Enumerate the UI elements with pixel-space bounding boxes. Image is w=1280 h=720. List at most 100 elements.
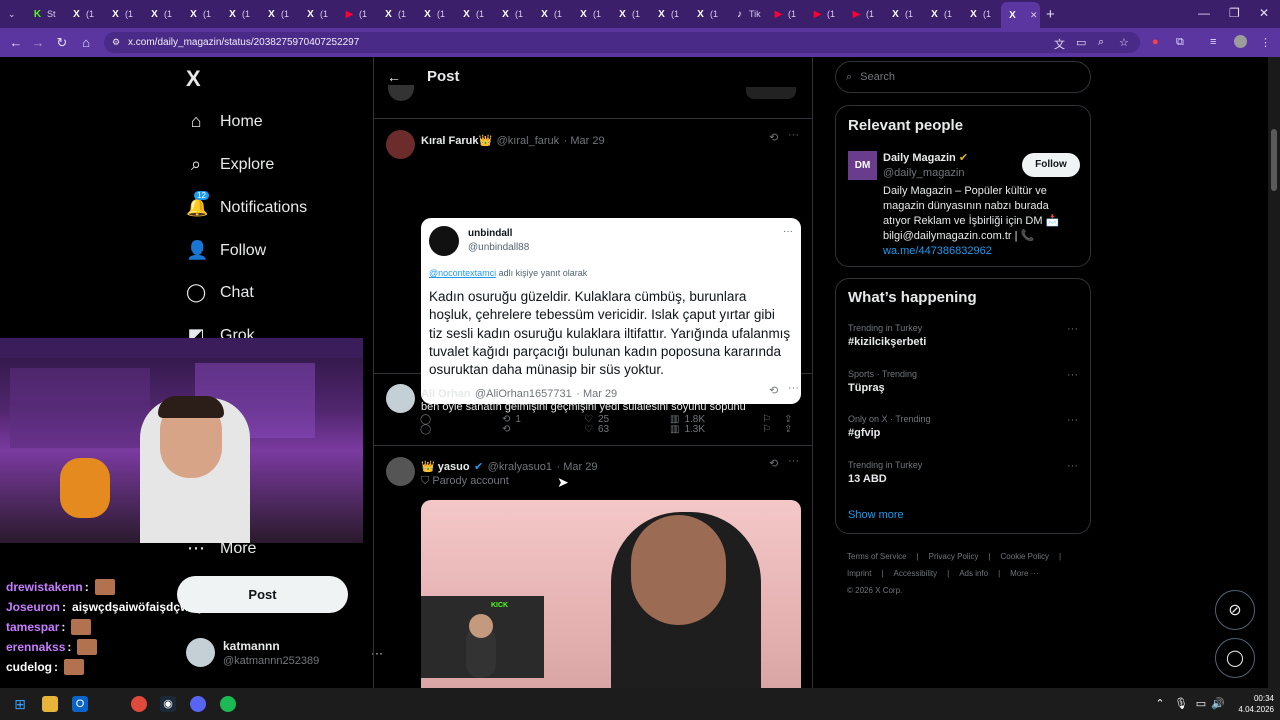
trend-more-icon[interactable]: ··· <box>1067 323 1078 335</box>
x-logo[interactable]: X <box>186 66 201 92</box>
reading-list-icon[interactable]: ≡ <box>1210 36 1216 48</box>
footer-link[interactable]: Imprint <box>847 569 871 578</box>
home-icon[interactable]: ⌂ <box>74 35 98 50</box>
more-icon[interactable]: ··· <box>788 455 799 467</box>
bio-link[interactable]: wa.me/447386832962 <box>883 244 1073 259</box>
bookmark-star-icon[interactable]: ☆ <box>1119 36 1129 49</box>
browser-tab[interactable]: X ✕ <box>1001 2 1040 28</box>
browser-tab[interactable]: X (1 <box>494 3 533 25</box>
extensions-puzzle-icon[interactable]: ⧉ <box>1176 36 1184 49</box>
browser-tab[interactable]: ▶ (1 <box>845 3 884 25</box>
daily-magazin-avatar[interactable]: DM <box>848 151 877 180</box>
browser-tab[interactable]: X (1 <box>962 3 1001 25</box>
browser-tab[interactable]: X (1 <box>533 3 572 25</box>
scrollbar-thumb[interactable] <box>1271 129 1277 191</box>
more-icon[interactable]: ··· <box>788 129 799 141</box>
microphone-icon[interactable]: 🎙 <box>1173 696 1189 712</box>
more-icon[interactable]: ··· <box>788 382 799 394</box>
author-handle[interactable]: @kralyasuo1 <box>488 461 552 473</box>
cast-icon[interactable]: ▭ <box>1076 36 1086 49</box>
timestamp[interactable]: · Mar 29 <box>564 135 605 147</box>
zoom-icon[interactable]: ⌕ <box>1098 36 1104 49</box>
author-name[interactable]: Ali Orhan <box>421 388 471 400</box>
browser-tab[interactable]: X (1 <box>377 3 416 25</box>
search-input[interactable]: Search <box>860 71 895 83</box>
author-name[interactable]: 👑 yasuo <box>421 461 470 473</box>
reply-tweet[interactable]: 👑 yasuo ✔ @kralyasuo1 · Mar 29 ⟲ ··· ⛉ P… <box>374 447 812 688</box>
author-handle[interactable]: @kıral_faruk <box>497 135 560 147</box>
extension-icon[interactable]: ● <box>1152 36 1159 48</box>
maximize-icon[interactable]: ❐ <box>1229 6 1240 20</box>
share-icon[interactable]: ⇪ <box>784 424 792 435</box>
views-button[interactable]: ▥ 1.3K <box>670 424 762 435</box>
browser-tab[interactable]: X (1 <box>299 3 338 25</box>
browser-tab[interactable]: ▶ (1 <box>806 3 845 25</box>
browser-tab[interactable]: X (1 <box>923 3 962 25</box>
browser-tab[interactable]: X (1 <box>104 3 143 25</box>
person-handle[interactable]: @daily_magazin <box>883 167 965 179</box>
close-tab-icon[interactable]: ✕ <box>1030 10 1038 21</box>
translate-icon[interactable]: 文 <box>1054 36 1065 52</box>
footer-link[interactable]: Accessibility <box>894 569 938 578</box>
author-handle[interactable]: @AliOrhan1657731 <box>475 388 572 400</box>
post-button[interactable]: Post <box>177 576 348 613</box>
messages-fab-icon[interactable]: ◯ <box>1215 638 1255 678</box>
spotify-icon[interactable] <box>220 696 236 712</box>
grok-fab-icon[interactable]: ⊘ <box>1215 590 1255 630</box>
browser-menu-icon[interactable]: ⋮ <box>1260 36 1271 49</box>
timestamp[interactable]: · Mar 29 <box>557 461 598 473</box>
footer-link[interactable]: Ads info <box>959 569 988 578</box>
person-name[interactable]: Daily Magazin <box>883 152 956 164</box>
browser-tab[interactable]: X (1 <box>221 3 260 25</box>
scrollbar[interactable] <box>1268 57 1280 688</box>
author-name[interactable]: Kıral Faruk👑 <box>421 135 492 147</box>
reply-tweet[interactable]: Kıral Faruk👑 @kıral_faruk · Mar 29 ⟲ ···… <box>374 120 812 425</box>
trend-more-icon[interactable]: ··· <box>1067 369 1078 381</box>
nav-item-notifications[interactable]: 🔔 12 Notifications <box>186 191 307 218</box>
browser-tab[interactable]: X (1 <box>143 3 182 25</box>
back-arrow-icon[interactable]: ← <box>387 69 401 85</box>
browser-tab[interactable]: X (1 <box>572 3 611 25</box>
windows-start-icon[interactable]: ⊞ <box>12 696 28 712</box>
minimize-icon[interactable]: — <box>1198 6 1210 20</box>
footer-link[interactable]: Privacy Policy <box>929 552 979 561</box>
nav-item-home[interactable]: ⌂ Home <box>186 111 263 132</box>
file-explorer-icon[interactable] <box>42 696 58 712</box>
like-button[interactable]: ♡ 63 <box>584 424 670 435</box>
clock-time[interactable]: 00:34 <box>1228 693 1274 704</box>
browser-tab[interactable]: X (1 <box>416 3 455 25</box>
network-icon[interactable]: ▭ <box>1193 696 1209 712</box>
show-more-link[interactable]: Show more <box>848 509 904 521</box>
trend-item[interactable]: Trending in Turkey 13 ABD ··· <box>848 460 1078 485</box>
repost-button[interactable]: ⟲ <box>502 424 584 435</box>
browser-tab[interactable]: X (1 <box>455 3 494 25</box>
search-box[interactable]: ⌕ Search <box>835 61 1091 93</box>
trend-item[interactable]: Trending in Turkey #kizilcikşerbeti ··· <box>848 323 1078 348</box>
reload-icon[interactable]: ↻ <box>50 35 74 51</box>
tweet-video[interactable]: KICK <box>421 500 801 688</box>
nav-item-chat[interactable]: ◯ Chat <box>186 282 254 303</box>
browser-tab[interactable]: X (1 <box>650 3 689 25</box>
bookmark-icon[interactable]: ⚐ <box>762 424 784 435</box>
grok-icon[interactable]: ⟲ <box>769 457 778 470</box>
footer-link[interactable]: Cookie Policy <box>1001 552 1049 561</box>
browser-tab[interactable]: ▶ (1 <box>767 3 806 25</box>
profile-avatar[interactable] <box>1234 35 1247 48</box>
chevron-up-icon[interactable]: ⌃ <box>1152 696 1168 712</box>
browser-tab[interactable]: X (1 <box>884 3 923 25</box>
browser-tab[interactable]: X (1 <box>689 3 728 25</box>
browser-tab[interactable]: ♪ Tik <box>728 3 767 25</box>
clock-date[interactable]: 4.04.2026 <box>1228 704 1274 715</box>
follow-button[interactable]: Follow <box>1022 153 1080 177</box>
nav-item-explore[interactable]: ⌕ Explore <box>186 154 274 175</box>
new-tab-button[interactable]: + <box>1040 3 1064 25</box>
footer-link[interactable]: Terms of Service <box>847 552 907 561</box>
chrome-icon[interactable] <box>131 696 147 712</box>
reply-tweet[interactable]: Ali Orhan @AliOrhan1657731 · Mar 29 ⟲ ··… <box>374 375 812 446</box>
trend-more-icon[interactable]: ··· <box>1067 414 1078 426</box>
footer-link[interactable]: More ··· <box>1010 569 1038 578</box>
account-switcher[interactable]: katmannn @katmannn252389 ··· <box>186 638 383 667</box>
browser-tab[interactable]: K St <box>26 3 65 25</box>
browser-tab[interactable]: X (1 <box>182 3 221 25</box>
trend-item[interactable]: Sports · Trending Tüpraş ··· <box>848 369 1078 394</box>
